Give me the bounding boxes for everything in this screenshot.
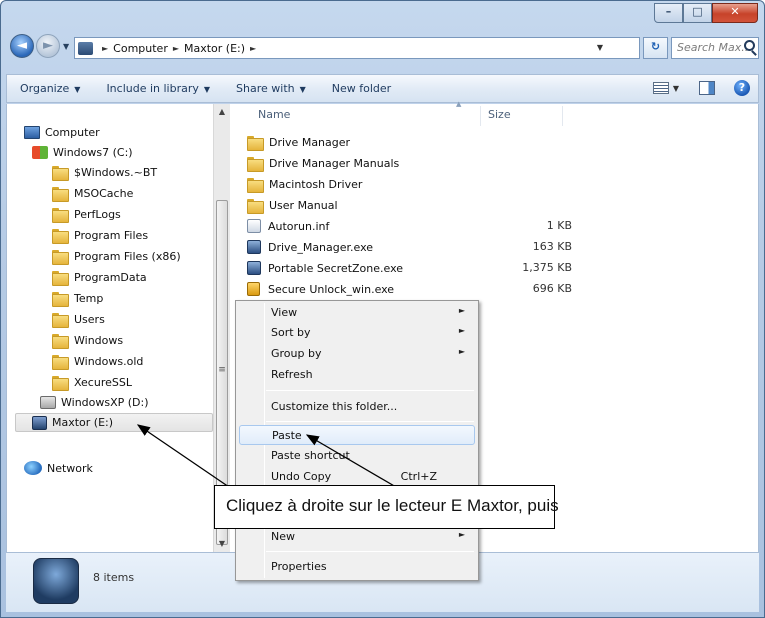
callout-arrow-to-paste — [305, 434, 397, 488]
callout-text: Cliquez à droite sur le lecteur E Maxtor… — [226, 496, 559, 515]
instruction-callout: Cliquez à droite sur le lecteur E Maxtor… — [214, 485, 559, 529]
explorer-window: – □ ✕ ◄ ► ▼ ► Computer ► Maxtor (E:) ► ▼… — [0, 0, 765, 618]
callout-arrow-to-maxtor — [136, 424, 230, 488]
